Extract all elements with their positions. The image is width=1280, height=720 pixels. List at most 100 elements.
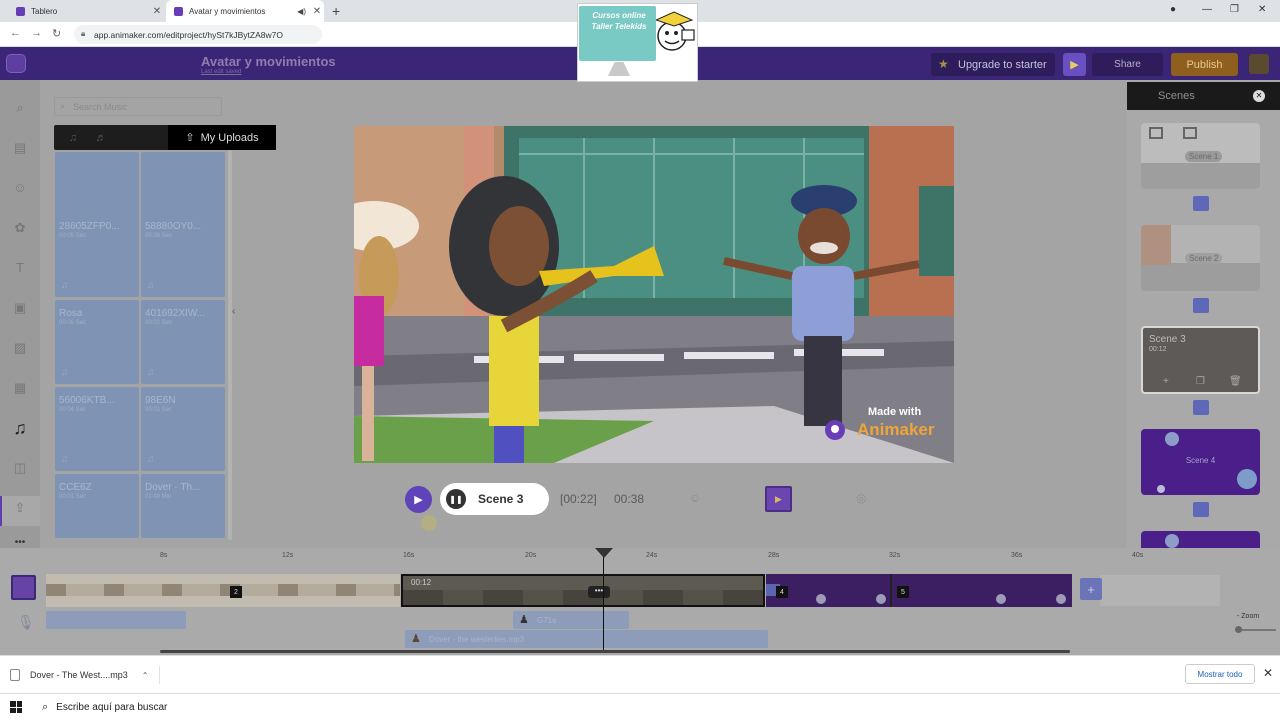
ruler-label: 8s	[160, 552, 168, 559]
templates-icon[interactable]: ▤	[12, 141, 28, 155]
download-item[interactable]: Dover - The West....mp3 ⌃	[10, 666, 160, 684]
timeline-scene-4-5[interactable]: 4 5	[766, 574, 1072, 607]
zoom-slider[interactable]	[1236, 629, 1276, 631]
effects-icon[interactable]: ◫	[12, 461, 28, 475]
play-button[interactable]: ▶	[405, 486, 432, 513]
tab-sfx-icon[interactable]: ♬	[88, 125, 114, 150]
back-arrow-icon[interactable]: ←	[10, 27, 21, 39]
character-icon[interactable]: ☺	[12, 181, 28, 195]
timeline-scrollbar[interactable]	[160, 650, 1070, 653]
audio-clip-track-empty[interactable]	[46, 611, 186, 629]
scene-thumbnail-3-active[interactable]: Scene 3 00:12 + ❐ 🗑︎	[1141, 326, 1260, 394]
add-scene-button[interactable]	[1193, 196, 1209, 211]
audio-tile[interactable]: CCE6Z 00:01 Sec	[55, 474, 139, 538]
bg-icon[interactable]: ▣	[12, 301, 28, 315]
tab-label: My Uploads	[200, 131, 259, 144]
screenshot-icon[interactable]: ◎	[856, 491, 866, 505]
microphone-icon[interactable]: 🎙︎	[17, 614, 35, 631]
tile-duration: 00:02 Sec	[145, 320, 173, 326]
add-scene-button[interactable]	[1193, 502, 1209, 517]
forward-arrow-icon[interactable]: →	[31, 27, 42, 39]
audio-tile[interactable]: Dover - Th... 01:49 Min	[141, 474, 225, 538]
minimize-window-icon[interactable]: —	[1202, 4, 1212, 15]
scene-selector-label: Scene 3	[478, 492, 524, 506]
speaker-icon[interactable]: ◀)	[297, 7, 306, 16]
scene-selector[interactable]: ❚❚ Scene 3	[440, 483, 549, 515]
reload-icon[interactable]: ↻	[52, 27, 61, 40]
windows-start-icon[interactable]	[10, 701, 22, 713]
scene-strip-frames	[46, 584, 400, 596]
search-music-input[interactable]: ⌕ Search Music	[54, 97, 222, 116]
character-icon[interactable]: ☺	[689, 491, 701, 505]
timeline-scene-1-2[interactable]: 2	[46, 574, 400, 607]
zoom-text: Zoom	[1241, 613, 1260, 620]
image-icon[interactable]: ▨	[12, 341, 28, 355]
profile-menu-icon[interactable]: ●	[1170, 4, 1176, 15]
video-track-icon[interactable]	[11, 575, 36, 600]
properties-icon[interactable]: ✿	[12, 221, 28, 235]
close-tab-icon[interactable]: ✕	[310, 6, 324, 17]
scene-canvas[interactable]: Made with Animaker	[354, 126, 954, 463]
scene-thumb-object	[1183, 127, 1197, 139]
audio-tile[interactable]: 56006KTB... 00:04 Sec ♫	[55, 387, 139, 471]
url-field[interactable]: 🔒︎ app.animaker.com/editproject/hySt7kJB…	[74, 25, 322, 44]
scene-thumbnail-1[interactable]: Scene 1	[1141, 123, 1260, 189]
audio-tile[interactable]: 58880OY0... 00:08 Sec ♫	[141, 213, 225, 297]
user-avatar[interactable]	[1249, 54, 1269, 74]
publish-button[interactable]: Publish	[1171, 53, 1238, 76]
music-icon[interactable]: ♫	[12, 419, 28, 437]
ruler-label: 32s	[889, 552, 901, 559]
tab-music-icon[interactable]: ♫	[60, 125, 86, 150]
tab-my-uploads[interactable]: ⇧ My Uploads	[168, 125, 276, 150]
collapse-panel-icon[interactable]: ‹	[232, 306, 235, 317]
new-tab-button[interactable]: +	[332, 3, 340, 19]
close-window-icon[interactable]: ✕	[1258, 4, 1266, 15]
preview-play-button[interactable]: ▶	[1063, 53, 1086, 76]
scene-thumbnail-5[interactable]	[1141, 531, 1260, 548]
delete-icon[interactable]: 🗑︎	[1229, 376, 1242, 387]
scene-thumbnail-4[interactable]: Scene 4	[1141, 429, 1260, 495]
tile-duration: 00:04 Sec	[59, 407, 87, 413]
close-icon[interactable]: ✕	[1253, 90, 1265, 102]
browser-tab-tablero[interactable]: Tablero ✕	[8, 0, 164, 22]
pause-icon[interactable]: ❚❚	[446, 489, 466, 509]
duplicate-icon[interactable]: ❐	[1196, 376, 1205, 387]
text-icon[interactable]: T	[12, 261, 28, 275]
audio-tile[interactable]: 401692XIW... 00:02 Sec ♫	[141, 300, 225, 384]
close-tab-icon[interactable]: ✕	[150, 6, 164, 17]
add-icon[interactable]: +	[1163, 376, 1169, 387]
timeline-scene-3-selected[interactable]: 00:12 •••	[401, 574, 765, 607]
scene-options-icon[interactable]: •••	[588, 586, 610, 598]
scene-thumbnail-2[interactable]: Scene 2	[1141, 225, 1260, 291]
add-scene-button[interactable]	[1193, 400, 1209, 415]
video-icon[interactable]: ▦	[12, 381, 28, 395]
scene-thumb-object	[1149, 127, 1163, 139]
search-icon[interactable]: ⌕	[12, 101, 28, 115]
zoom-slider-knob[interactable]	[1235, 626, 1242, 633]
browser-tab-active[interactable]: Avatar y movimientos ◀) ✕	[166, 0, 324, 22]
add-scene-timeline-button[interactable]: +	[1080, 578, 1102, 600]
audio-tile[interactable]: 28605ZFP0... 00:05 Sec ♫	[55, 213, 139, 297]
library-scrollbar[interactable]	[228, 150, 232, 540]
project-title[interactable]: Avatar y movimientos	[201, 54, 336, 69]
taskbar-search-field[interactable]: ⌕ Escribe aquí para buscar	[34, 694, 334, 720]
scene-thumb-bubble	[1237, 469, 1257, 489]
audio-tile[interactable]: 98E6N 00:01 Sec ♫	[141, 387, 225, 471]
taskbar-search-placeholder: Escribe aquí para buscar	[56, 702, 168, 713]
animaker-logo-icon[interactable]	[6, 54, 26, 73]
scene-preview-button[interactable]: ▶	[765, 486, 792, 512]
mouse-cursor-highlight	[421, 515, 437, 531]
last-edit-saved-link[interactable]: Last edit saved	[201, 69, 241, 75]
playhead-handle[interactable]	[595, 548, 613, 558]
restore-window-icon[interactable]: ❐	[1230, 4, 1239, 15]
audio-tile[interactable]: Rosa 00:06 Sec ♫	[55, 300, 139, 384]
chevron-up-icon[interactable]: ⌃	[142, 671, 149, 680]
audio-clip-1[interactable]: ♟ G71s	[513, 611, 629, 629]
upgrade-button[interactable]: ★ Upgrade to starter	[931, 53, 1055, 76]
show-all-button[interactable]: Mostrar todo	[1185, 664, 1255, 684]
share-button[interactable]: Share	[1092, 53, 1163, 76]
add-scene-button[interactable]	[1193, 298, 1209, 313]
upload-icon[interactable]: ⇪	[12, 501, 28, 515]
audio-clip-2[interactable]: ♟ Dover - the westerlies.mp3	[405, 630, 768, 648]
close-download-bar-icon[interactable]: ✕	[1263, 666, 1273, 680]
